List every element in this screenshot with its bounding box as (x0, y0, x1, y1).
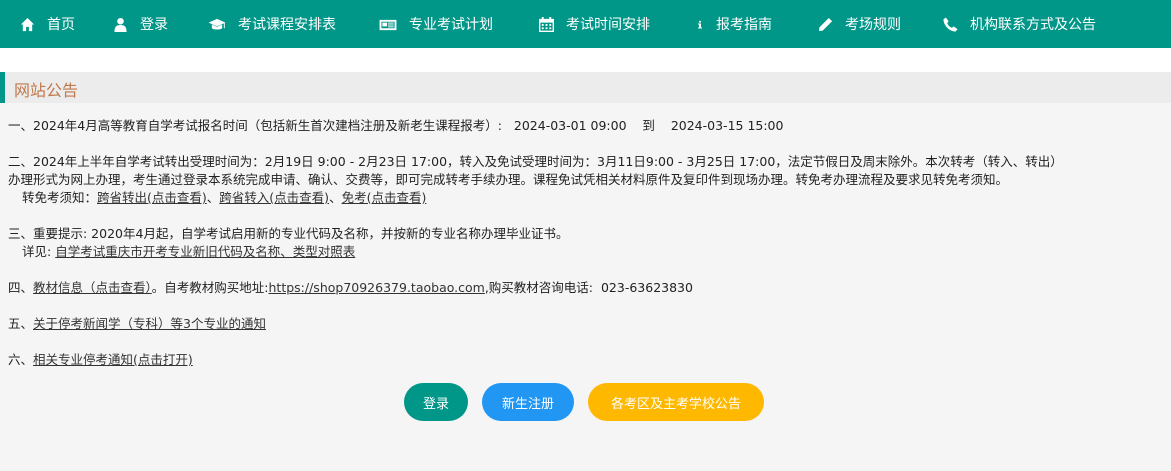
notice-4-prefix: 四、 (8, 280, 34, 295)
separator: 、 (206, 190, 220, 205)
exemption-link[interactable]: 免考(点击查看) (342, 190, 427, 205)
register-button[interactable]: 新生注册 (482, 383, 574, 421)
nav-item-home[interactable]: 首页 (20, 0, 75, 48)
nav-item-exam-plan[interactable]: 专业考试计划 (379, 0, 493, 48)
graduation-cap-icon (208, 18, 226, 30)
notice-3-detail: 详见: 自学考试重庆市开考专业新旧代码及名称、类型对照表 (8, 243, 1168, 261)
major-code-table-link[interactable]: 自学考试重庆市开考专业新旧代码及名称、类型对照表 (55, 244, 355, 259)
notice-4: 四、教材信息（点击查看）。自考教材购买地址:https://shop709263… (8, 279, 1168, 297)
notice-2-links: 转免考须知：跨省转出(点击查看)、跨省转入(点击查看)、免考(点击查看) (8, 189, 1168, 207)
nav-item-label: 专业考试计划 (409, 17, 493, 33)
pencil-icon (818, 17, 833, 31)
notice-2-line-2: 办理形式为网上办理，考生通过登录本系统完成申请、确认、交费等，即可完成转考手续办… (8, 172, 1009, 187)
shop-url-link[interactable]: https://shop70926379.taobao.com (269, 280, 485, 295)
notice-4-mid: 。自考教材购买地址: (151, 280, 269, 295)
notice-5: 五、关于停考新闻学（专科）等3个专业的通知 (8, 315, 1168, 333)
newspaper-icon (379, 19, 397, 30)
cross-province-out-link[interactable]: 跨省转出(点击查看) (97, 190, 207, 205)
exam-area-notice-button[interactable]: 各考区及主考学校公告 (588, 383, 764, 421)
nav-item-label: 报考指南 (716, 17, 772, 33)
home-icon (20, 17, 35, 31)
login-button[interactable]: 登录 (404, 383, 468, 421)
action-buttons: 登录 新生注册 各考区及主考学校公告 (0, 383, 1171, 421)
phone-icon (943, 16, 958, 32)
notice-6: 六、相关专业停考通知(点击打开) (8, 351, 1168, 369)
nav-item-label: 考试课程安排表 (238, 17, 336, 33)
nav-item-contact[interactable]: 机构联系方式及公告 (943, 0, 1096, 48)
nav-item-guide[interactable]: 报考指南 (696, 0, 772, 48)
nav-item-label: 首页 (47, 17, 75, 33)
notice-1: 一、2024年4月高等教育自学考试报名时间（包括新生首次建档注册及新老生课程报考… (8, 117, 1168, 135)
suspension-notice-link[interactable]: 相关专业停考通知(点击打开) (33, 352, 193, 367)
notice-3-line-1: 三、重要提示: 2020年4月起，自学考试启用新的专业代码及名称，并按新的专业名… (8, 226, 569, 241)
suspended-majors-link[interactable]: 关于停考新闻学（专科）等3个专业的通知 (33, 316, 266, 331)
nav-item-label: 考场规则 (845, 17, 901, 33)
nav-item-label: 考试时间安排 (566, 17, 650, 33)
nav-item-login[interactable]: 登录 (113, 0, 168, 48)
notice-6-text: 六、相关专业停考通知(点击打开) (8, 351, 1168, 369)
textbook-info-link[interactable]: 教材信息（点击查看） (33, 280, 152, 295)
notice-2: 二、2024年上半年自学考试转出受理时间为：2月19日 9:00 - 2月23日… (8, 153, 1168, 207)
notice-5-prefix: 五、 (8, 316, 34, 331)
nav-item-rules[interactable]: 考场规则 (818, 0, 901, 48)
notice-3-prefix: 详见: (22, 244, 56, 259)
notice-1-text: 一、2024年4月高等教育自学考试报名时间（包括新生首次建档注册及新老生课程报考… (8, 118, 784, 133)
section-title: 网站公告 (14, 81, 79, 100)
notice-5-text: 五、关于停考新闻学（专科）等3个专业的通知 (8, 315, 1168, 333)
notice-6-prefix: 六、 (8, 352, 34, 367)
nav-item-label: 登录 (140, 17, 168, 33)
notice-2-prefix: 转免考须知： (22, 190, 98, 205)
nav-item-label: 机构联系方式及公告 (970, 17, 1096, 33)
section-header: 网站公告 (0, 72, 1171, 103)
top-spacer (0, 48, 1171, 72)
user-icon (114, 17, 127, 32)
separator: 、 (329, 190, 342, 205)
calendar-icon (539, 16, 554, 32)
nav-item-course-schedule[interactable]: 考试课程安排表 (208, 0, 336, 48)
nav-item-exam-time[interactable]: 考试时间安排 (539, 0, 650, 48)
cross-province-in-link[interactable]: 跨省转入(点击查看) (219, 190, 329, 205)
notice-4-text: 四、教材信息（点击查看）。自考教材购买地址:https://shop709263… (8, 279, 1168, 297)
info-icon (698, 20, 702, 28)
notice-4-suffix: ,购买教材咨询电话: 023-63623830 (484, 280, 693, 295)
notice-2-line-1: 二、2024年上半年自学考试转出受理时间为：2月19日 9:00 - 2月23日… (8, 154, 1063, 169)
notice-3: 三、重要提示: 2020年4月起，自学考试启用新的专业代码及名称，并按新的专业名… (8, 225, 1168, 261)
top-nav: 首页 登录 考试课程安排表 专业考试计划 考试时间安排 报考指南 考场规则 机构… (0, 0, 1171, 48)
notice-list: 一、2024年4月高等教育自学考试报名时间（包括新生首次建档注册及新老生课程报考… (8, 117, 1168, 387)
